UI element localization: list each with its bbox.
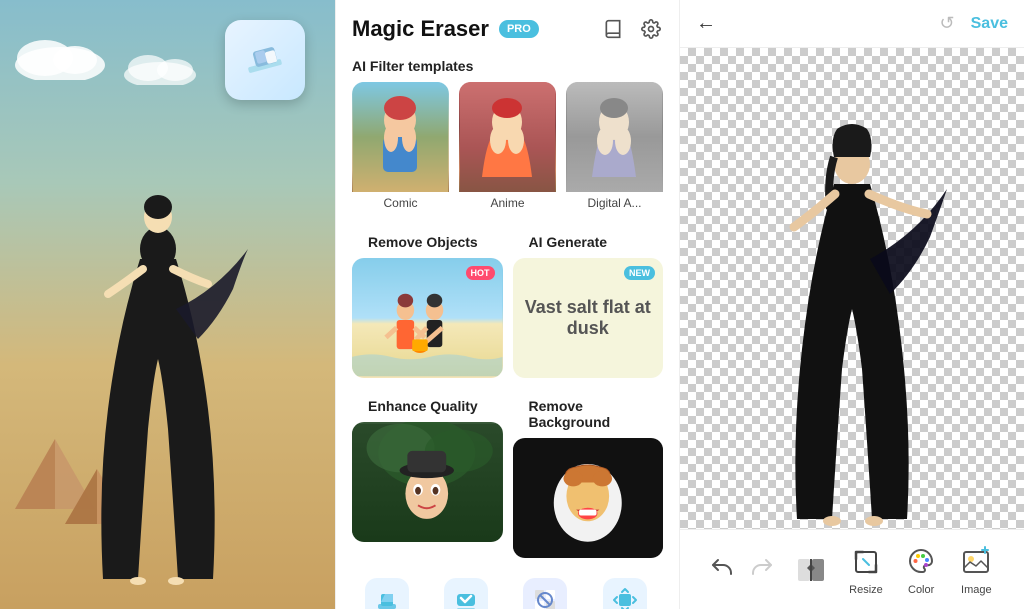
back-button[interactable]: ← (696, 12, 716, 35)
header-icons (601, 17, 663, 41)
remove-bg-svg (513, 438, 664, 558)
resize-label: Resize (849, 584, 883, 596)
cloud (10, 30, 110, 80)
editor-bottom-bar: Resize Color (680, 529, 1024, 609)
save-button[interactable]: Save (971, 15, 1008, 33)
undo-redo-forward[interactable] (750, 555, 774, 585)
undo-redo-back[interactable] (710, 555, 734, 585)
new-badge: NEW (624, 266, 655, 280)
resize-tool[interactable]: Resize (848, 544, 884, 596)
image-label: Image (961, 584, 992, 596)
eraser-tool-icon (373, 586, 401, 609)
left-person-figure (58, 129, 258, 609)
toolbar-remove-background[interactable]: RemoveBackground (515, 578, 575, 609)
left-photo-panel (0, 0, 335, 609)
image-icon-svg (960, 546, 992, 578)
anime-svg (459, 82, 556, 192)
color-label: Color (908, 584, 934, 596)
compare-icon (793, 552, 829, 588)
toolbar-remove-objects[interactable]: RemoveObjects (357, 578, 417, 609)
anime-thumbnail (459, 82, 556, 192)
remove-objects-section: Remove Objects (352, 228, 503, 378)
digital-svg (566, 82, 663, 192)
digital-thumbnail (566, 82, 663, 192)
resize-icon (848, 544, 884, 580)
ai-filter-label: AI Filter templates (336, 52, 679, 82)
right-editor-panel: ← ↺ Save (680, 0, 1024, 609)
expand-icon (611, 586, 639, 609)
remove-objects-ai-generate-row: Remove Objects (336, 228, 679, 392)
middle-features-panel: Magic Eraser PRO AI Filter templates (335, 0, 680, 609)
toolbar-enhance-quality[interactable]: EnhanceQuality (436, 578, 496, 609)
remove-bg-thumbnail (513, 438, 664, 558)
enhance-quality-card[interactable] (352, 422, 503, 542)
bottom-toolbar: RemoveObjects EnhanceQuality (336, 572, 679, 609)
toolbar-expand-image[interactable]: Expand Image (593, 578, 658, 609)
remove-objects-label: Remove Objects (352, 228, 503, 258)
digital-art-label: Digital A... (566, 192, 663, 214)
enhance-thumbnail (352, 422, 503, 542)
filter-templates-row: Comic (336, 82, 679, 228)
book-icon (603, 19, 623, 39)
undo-button[interactable]: ↺ (940, 13, 955, 34)
middle-header: Magic Eraser PRO (336, 0, 679, 52)
comic-svg (352, 82, 449, 192)
enhance-tool-icon (444, 578, 488, 609)
color-tool[interactable]: Color (903, 544, 939, 596)
app-title: Magic Eraser (352, 16, 489, 42)
enhance-quality-label: Enhance Quality (352, 392, 503, 422)
settings-icon-button[interactable] (639, 17, 663, 41)
editor-person-figure (742, 79, 962, 529)
app-icon (225, 20, 305, 100)
ai-generate-label: AI Generate (513, 228, 664, 258)
undo-redo-controls (710, 555, 774, 585)
compare-tool[interactable] (793, 552, 829, 588)
enhance-icon (452, 586, 480, 609)
hot-badge: HOT (466, 266, 495, 280)
ai-generate-placeholder: Vast salt flat at dusk (523, 297, 654, 339)
enhance-remove-bg-row: Enhance Quality (336, 392, 679, 572)
ai-generate-card[interactable]: NEW Vast salt flat at dusk (513, 258, 664, 378)
anime-label: Anime (459, 192, 556, 214)
book-icon-button[interactable] (601, 17, 625, 41)
enhance-svg (352, 422, 503, 542)
remove-background-label: Remove Background (513, 392, 664, 438)
enhance-quality-section: Enhance Quality (352, 392, 503, 558)
remove-objects-card[interactable]: HOT (352, 258, 503, 378)
expand-tool-icon (603, 578, 647, 609)
remove-objects-tool-icon (365, 578, 409, 609)
comic-label: Comic (352, 192, 449, 214)
comic-thumbnail (352, 82, 449, 192)
eraser-icon (240, 35, 290, 85)
color-icon-svg (905, 546, 937, 578)
editor-canvas (680, 48, 1024, 529)
image-tool[interactable]: Image (958, 544, 994, 596)
remove-bg-tool-icon (523, 578, 567, 609)
cloud-2 (120, 50, 200, 85)
undo-icon (710, 555, 734, 579)
editor-header: ← ↺ Save (680, 0, 1024, 48)
remove-background-section: Remove Background (513, 392, 664, 558)
filter-card-digital[interactable]: Digital A... (566, 82, 663, 214)
redo-icon (750, 555, 774, 579)
color-icon (903, 544, 939, 580)
filter-card-comic[interactable]: Comic (352, 82, 449, 214)
ai-generate-section: AI Generate NEW Vast salt flat at dusk (513, 228, 664, 378)
image-icon (958, 544, 994, 580)
compare-icon-svg (796, 555, 826, 585)
pro-badge[interactable]: PRO (499, 20, 539, 38)
remove-background-card[interactable] (513, 438, 664, 558)
filter-card-anime[interactable]: Anime (459, 82, 556, 214)
remove-bg-icon (531, 586, 559, 609)
gear-icon (641, 19, 661, 39)
resize-icon-svg (850, 546, 882, 578)
